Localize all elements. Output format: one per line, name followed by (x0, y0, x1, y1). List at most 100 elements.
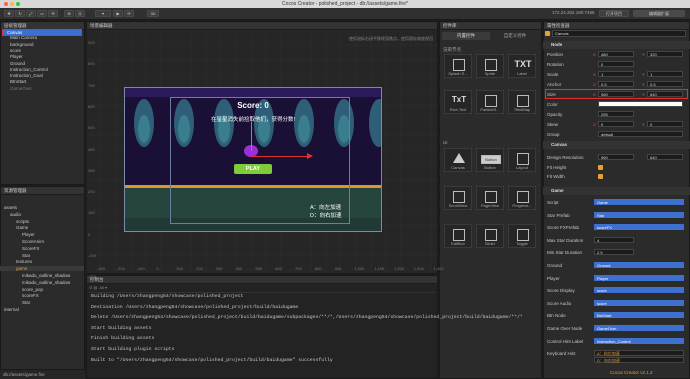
asset-item[interactable]: Player (0, 232, 35, 237)
library-tile[interactable]: Slider (476, 224, 504, 248)
open-project-button[interactable]: 打开项目 (599, 10, 629, 17)
game-prop-input[interactable]: Player (594, 274, 684, 281)
canvas-section[interactable]: Canvas (543, 141, 690, 149)
resolution-height-input[interactable]: 640 (647, 154, 683, 160)
library-tile[interactable]: Progress... (508, 186, 536, 210)
node-active-checkbox[interactable] (545, 31, 550, 36)
rotate-tool-button[interactable]: ↻ (15, 10, 25, 17)
game-canvas[interactable]: Score: 0 在星星消失前捡取他们，获得分数! PLAY A：向左加速 D：… (124, 87, 382, 232)
asset-item[interactable]: audio (0, 212, 21, 217)
assets-header: 资源管理器 (1, 187, 84, 195)
node-prop-x-input[interactable]: 0.5 (598, 81, 634, 87)
game-section[interactable]: Game (543, 187, 690, 195)
game-prop-input[interactable]: scoreFX (594, 224, 684, 231)
asset-item[interactable]: score_pop (0, 287, 43, 292)
fit-checkbox[interactable] (598, 174, 603, 179)
move-tool-button[interactable]: ✥ (4, 10, 14, 17)
asset-item[interactable]: ScoreAnim (0, 239, 44, 244)
keyboard-hint-a[interactable]: A：向左加速 (594, 350, 684, 357)
y-axis-tick: -200 (88, 274, 97, 280)
pivot-toggle[interactable]: ⊕ (64, 10, 74, 17)
asset-item[interactable]: scoreFX (0, 293, 39, 298)
node-prop-y-input[interactable]: 1 (647, 71, 683, 77)
keyboard-hint-d[interactable]: D：向右加速 (594, 357, 684, 364)
hierarchy-node[interactable]: background (0, 42, 34, 47)
game-prop-input[interactable]: GameOver (594, 325, 684, 331)
game-prop-input[interactable]: Star (594, 211, 684, 218)
game-prop-label: Max Star Duration (547, 237, 584, 243)
game-prop-input[interactable]: 2.5 (594, 249, 634, 256)
hierarchy-node[interactable]: Player (0, 54, 23, 59)
library-tile[interactable]: Splash S... (444, 54, 472, 78)
library-tile[interactable]: Layout (508, 148, 536, 172)
color-swatch[interactable] (598, 101, 683, 107)
refresh-button[interactable]: ⟳ (124, 10, 134, 17)
hierarchy-node[interactable]: Instruction_Goal (0, 73, 43, 78)
x-axis-tick: 600 (275, 266, 282, 271)
node-prop-x-input[interactable]: 0 (598, 121, 634, 127)
game-prop-input[interactable]: BtnStart (594, 312, 684, 319)
game-prop-input[interactable]: Game (594, 199, 684, 205)
library-tile[interactable]: TiledMap (508, 90, 536, 114)
asset-item[interactable]: textures (0, 259, 32, 264)
node-prop-y-input[interactable]: 320 (647, 51, 683, 57)
rect-tool-button[interactable]: ▭ (37, 10, 47, 17)
console-toolbar[interactable]: ⊘ ▤ All ▾ (89, 285, 435, 293)
hierarchy-node[interactable]: Instruction_Control (0, 67, 48, 72)
asset-item[interactable]: Star (0, 300, 30, 305)
game-prop-input[interactable]: score (594, 299, 684, 306)
node-prop-x-input[interactable]: 1 (598, 71, 634, 77)
play-button[interactable]: ▶ (113, 10, 123, 17)
editor-extension-button[interactable]: 编辑器扩展 (633, 10, 685, 17)
library-tile[interactable]: Canvas (444, 148, 472, 172)
console-line: Building /Users/zhangpeng54/showcase/pol… (91, 294, 244, 299)
node-prop-input[interactable]: 255 (598, 111, 634, 117)
library-tile[interactable]: Toggle (508, 224, 536, 248)
library-tile[interactable]: PageView (476, 186, 504, 210)
library-tile[interactable]: ParticleS... (476, 90, 504, 114)
library-tile[interactable]: Button Button (476, 148, 504, 172)
library-tile-label: Button (484, 165, 496, 170)
asset-item[interactable]: internal (0, 307, 19, 312)
hierarchy-node[interactable]: Ground (0, 61, 25, 66)
hierarchy-node[interactable]: Main Camera (0, 35, 37, 40)
node-section[interactable]: Node (543, 41, 690, 49)
node-prop-input[interactable]: 0 (598, 61, 634, 67)
node-name-input[interactable]: Canvas (552, 30, 686, 37)
asset-item[interactable]: game (0, 266, 84, 272)
asset-item[interactable]: Game (0, 225, 28, 230)
asset-item[interactable]: mikado_outline_shadow (0, 280, 70, 285)
library-tile[interactable]: TxT Rich Text (444, 90, 472, 114)
global-toggle[interactable]: ◎ (75, 10, 85, 17)
tab-custom[interactable]: 自定义控件 (491, 32, 539, 40)
node-prop-input[interactable]: default (598, 131, 683, 137)
scale-tool-button[interactable]: ⤢ (26, 10, 36, 17)
play-game-button[interactable]: PLAY (234, 164, 272, 174)
asset-item[interactable]: scripts (0, 219, 29, 224)
asset-item[interactable]: ScoreFX (0, 246, 40, 251)
library-tile-label: ParticleS... (480, 107, 500, 112)
tab-builtin[interactable]: 内置控件 (442, 32, 490, 40)
library-tile[interactable]: Sprite (476, 54, 504, 78)
library-tile[interactable]: TXT Label (508, 54, 536, 78)
game-prop-input[interactable]: 4 (594, 236, 634, 243)
device-select[interactable]: ▾ (95, 10, 111, 17)
library-tile[interactable]: EditBox (444, 224, 472, 248)
all-tool-button[interactable]: ✣ (48, 10, 58, 17)
node-prop-x-input[interactable]: 480 (598, 51, 634, 57)
fit-checkbox[interactable] (598, 164, 603, 170)
asset-item[interactable]: assets (0, 205, 17, 210)
node-prop-y-input[interactable]: 0 (647, 121, 683, 127)
node-prop-y-input[interactable]: 0.5 (647, 81, 683, 87)
library-tile[interactable]: ScrollView (444, 186, 472, 210)
hierarchy-node[interactable]: GameOver (0, 86, 32, 91)
resolution-width-input[interactable]: 960 (598, 154, 634, 160)
mode-3d-button[interactable]: 3D (147, 10, 159, 17)
hierarchy-node[interactable]: score (0, 48, 21, 53)
asset-item[interactable]: Star (0, 253, 30, 258)
game-prop-input[interactable]: score (594, 287, 684, 294)
game-prop-input[interactable]: Ground (594, 262, 684, 268)
game-prop-input[interactable]: Instruction_Control (594, 337, 684, 344)
hierarchy-node[interactable]: BtnStart (0, 79, 26, 84)
asset-item[interactable]: mikado_outline_shadow (0, 273, 70, 278)
